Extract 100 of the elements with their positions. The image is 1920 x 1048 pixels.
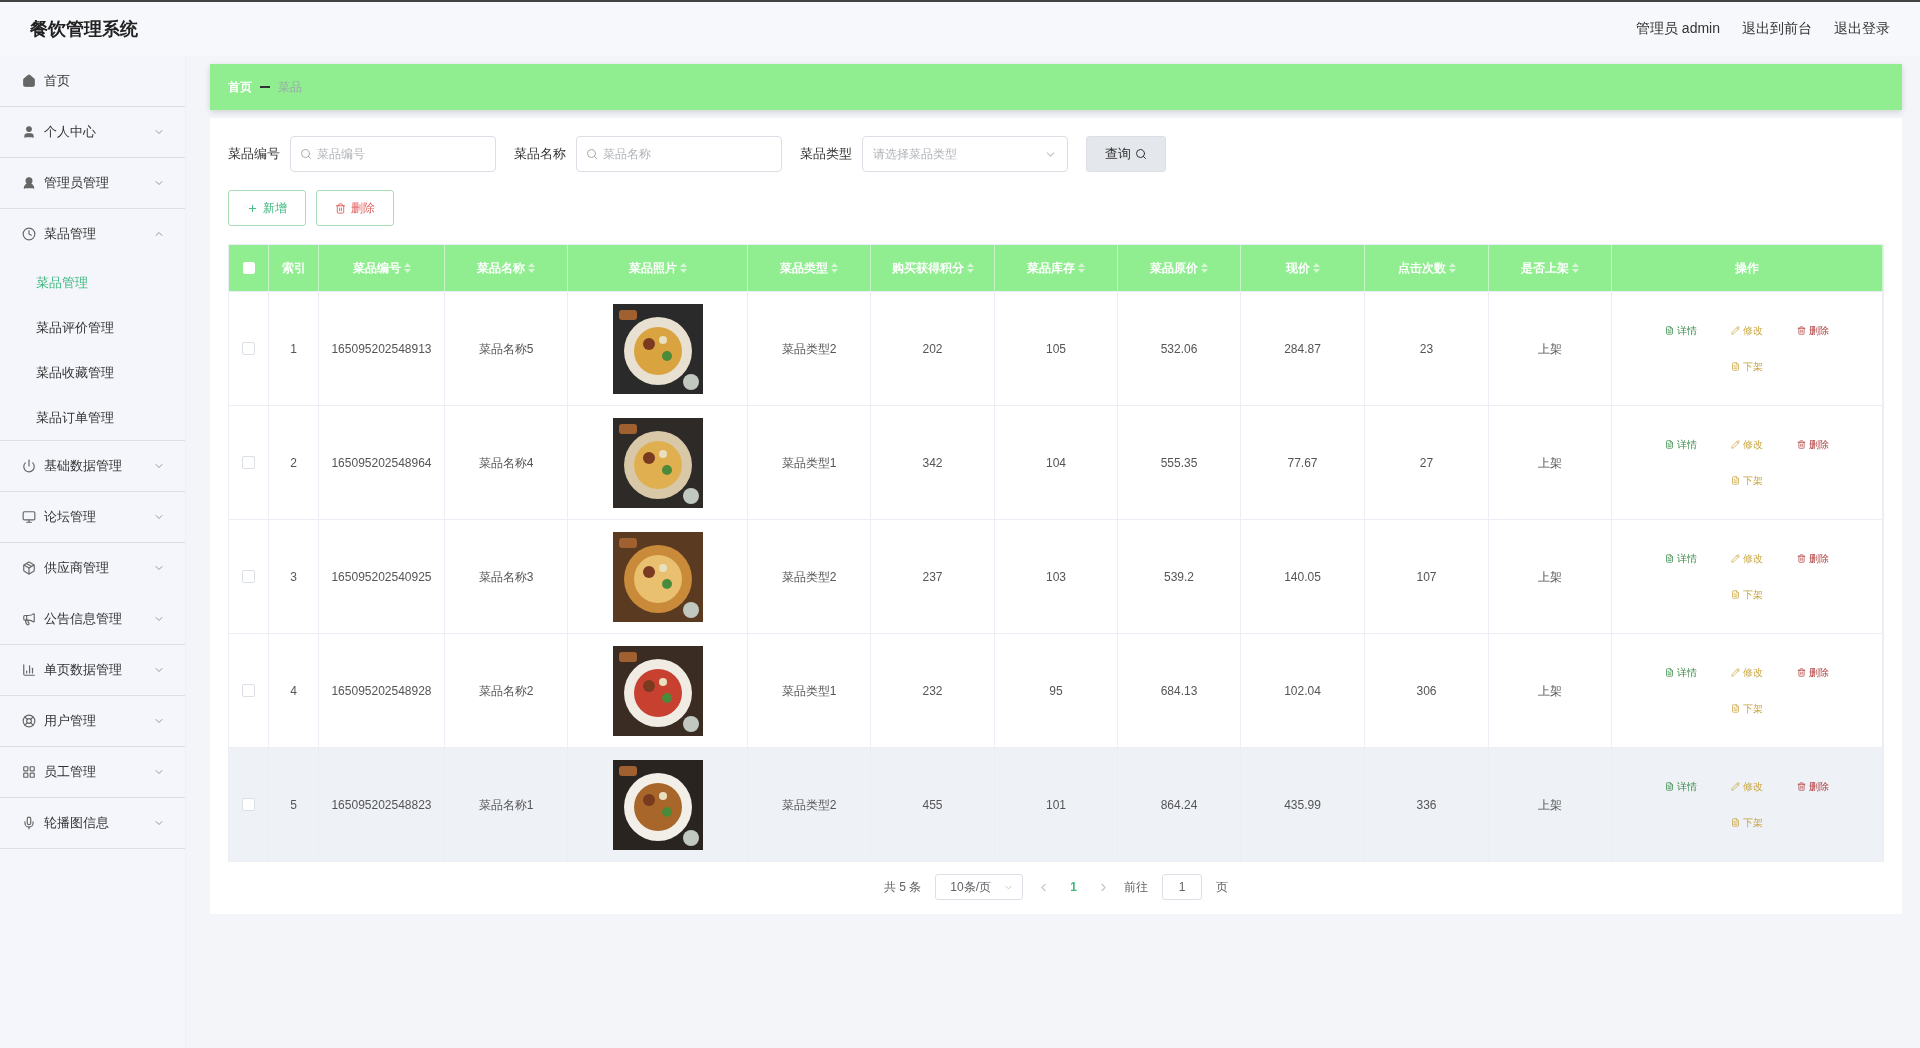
- monitor-icon: [22, 510, 36, 524]
- sort-icon[interactable]: [1448, 263, 1456, 273]
- page-number[interactable]: 1: [1064, 879, 1083, 895]
- shelf-link[interactable]: 下架: [1714, 359, 1780, 374]
- sidebar-item[interactable]: 个人中心: [0, 107, 185, 158]
- edit-link[interactable]: 修改: [1714, 551, 1780, 566]
- sidebar-subitem[interactable]: 菜品订单管理: [0, 395, 185, 440]
- sidebar-subitem[interactable]: 菜品评价管理: [0, 305, 185, 350]
- sort-icon[interactable]: [528, 263, 535, 273]
- detail-link[interactable]: 详情: [1648, 779, 1714, 794]
- sort-icon[interactable]: [966, 263, 974, 273]
- sidebar-item[interactable]: 公告信息管理: [0, 594, 185, 645]
- delete-link[interactable]: 删除: [1780, 665, 1846, 680]
- user-icon: [22, 176, 36, 190]
- shelf-link[interactable]: 下架: [1714, 473, 1780, 488]
- table-cell: 菜品名称1: [445, 748, 568, 861]
- search-icon: [586, 148, 598, 160]
- field-label: 菜品名称: [514, 145, 566, 163]
- box-icon: [22, 561, 36, 575]
- clock-icon: [22, 227, 36, 241]
- sidebar-item[interactable]: 员工管理: [0, 747, 185, 798]
- page-suffix: 页: [1216, 878, 1228, 896]
- field-label: 菜品编号: [228, 145, 280, 163]
- lifebuoy-icon: [22, 714, 36, 728]
- row-checkbox[interactable]: [242, 456, 255, 469]
- home-icon: [22, 74, 36, 88]
- microphone-icon: [22, 816, 36, 830]
- table-cell: 435.99: [1241, 748, 1365, 861]
- sort-icon[interactable]: [831, 263, 838, 273]
- shelf-link[interactable]: 下架: [1714, 701, 1780, 716]
- edit-link[interactable]: 修改: [1714, 437, 1780, 452]
- search-field[interactable]: 菜品编号: [290, 136, 496, 172]
- table-cell: 菜品类型2: [748, 748, 871, 861]
- sidebar-item[interactable]: 管理员管理: [0, 158, 185, 209]
- sort-icon[interactable]: [679, 263, 687, 273]
- detail-link[interactable]: 详情: [1648, 437, 1714, 452]
- trash-icon: [1797, 668, 1806, 677]
- delete-button[interactable]: 删除: [316, 190, 394, 226]
- pencil-icon: [1731, 782, 1740, 791]
- sidebar-item[interactable]: 用户管理: [0, 696, 185, 747]
- field-label: 菜品类型: [800, 145, 852, 163]
- delete-link[interactable]: 删除: [1780, 551, 1846, 566]
- document-icon: [1731, 476, 1740, 485]
- delete-link[interactable]: 删除: [1780, 779, 1846, 794]
- delete-link[interactable]: 删除: [1780, 437, 1846, 452]
- document-icon: [1731, 818, 1740, 827]
- edit-link[interactable]: 修改: [1714, 323, 1780, 338]
- document-icon: [1731, 590, 1740, 599]
- edit-link[interactable]: 修改: [1714, 665, 1780, 680]
- sidebar-item[interactable]: 菜品管理: [0, 209, 185, 260]
- plus-icon: [247, 202, 258, 214]
- megaphone-icon: [22, 612, 36, 626]
- add-button[interactable]: 新增: [228, 190, 306, 226]
- row-checkbox[interactable]: [242, 684, 255, 697]
- sort-icon[interactable]: [1312, 263, 1320, 273]
- document-icon: [1731, 704, 1740, 713]
- detail-link[interactable]: 详情: [1648, 323, 1714, 338]
- sort-icon[interactable]: [403, 263, 411, 273]
- search-icon: [300, 148, 312, 160]
- search-field[interactable]: 菜品名称: [576, 136, 782, 172]
- sidebar-item[interactable]: 供应商管理: [0, 543, 185, 594]
- row-checkbox[interactable]: [242, 570, 255, 583]
- sidebar-item[interactable]: 首页: [0, 56, 185, 107]
- header-link[interactable]: 退出到前台: [1742, 20, 1812, 38]
- sidebar-item[interactable]: 单页数据管理: [0, 645, 185, 696]
- page-size-select[interactable]: 10条/页: [935, 874, 1024, 900]
- pencil-icon: [1731, 440, 1740, 449]
- sidebar-item[interactable]: 论坛管理: [0, 492, 185, 543]
- row-checkbox[interactable]: [242, 798, 255, 811]
- document-icon: [1665, 326, 1674, 335]
- detail-link[interactable]: 详情: [1648, 551, 1714, 566]
- sidebar-item[interactable]: 轮播图信息: [0, 798, 185, 849]
- sidebar-subitem[interactable]: 菜品收藏管理: [0, 350, 185, 395]
- search-icon: [1135, 148, 1147, 160]
- sidebar-item[interactable]: 基础数据管理: [0, 441, 185, 492]
- trash-icon: [1797, 782, 1806, 791]
- detail-link[interactable]: 详情: [1648, 665, 1714, 680]
- document-icon: [1665, 554, 1674, 563]
- sort-icon[interactable]: [1078, 263, 1085, 273]
- shelf-link[interactable]: 下架: [1714, 587, 1780, 602]
- trash-icon: [335, 202, 346, 214]
- document-icon: [1731, 362, 1740, 371]
- sort-icon[interactable]: [1201, 263, 1208, 273]
- table-cell: 455: [871, 748, 995, 861]
- row-checkbox[interactable]: [242, 342, 255, 355]
- page-input[interactable]: 1: [1162, 874, 1202, 900]
- trash-icon: [1797, 440, 1806, 449]
- sort-icon[interactable]: [1572, 263, 1579, 273]
- document-icon: [1665, 668, 1674, 677]
- header-link[interactable]: 退出登录: [1834, 20, 1890, 38]
- delete-link[interactable]: 删除: [1780, 323, 1846, 338]
- query-button[interactable]: 查询: [1086, 136, 1166, 172]
- table-cell: 864.24: [1118, 748, 1241, 861]
- sidebar-subitem[interactable]: 菜品管理: [0, 260, 185, 305]
- pencil-icon: [1731, 326, 1740, 335]
- bar-chart-icon: [22, 663, 36, 677]
- document-icon: [1665, 782, 1674, 791]
- trash-icon: [1797, 554, 1806, 563]
- goto-label: 前往: [1124, 878, 1148, 896]
- select-all-checkbox[interactable]: [242, 262, 255, 274]
